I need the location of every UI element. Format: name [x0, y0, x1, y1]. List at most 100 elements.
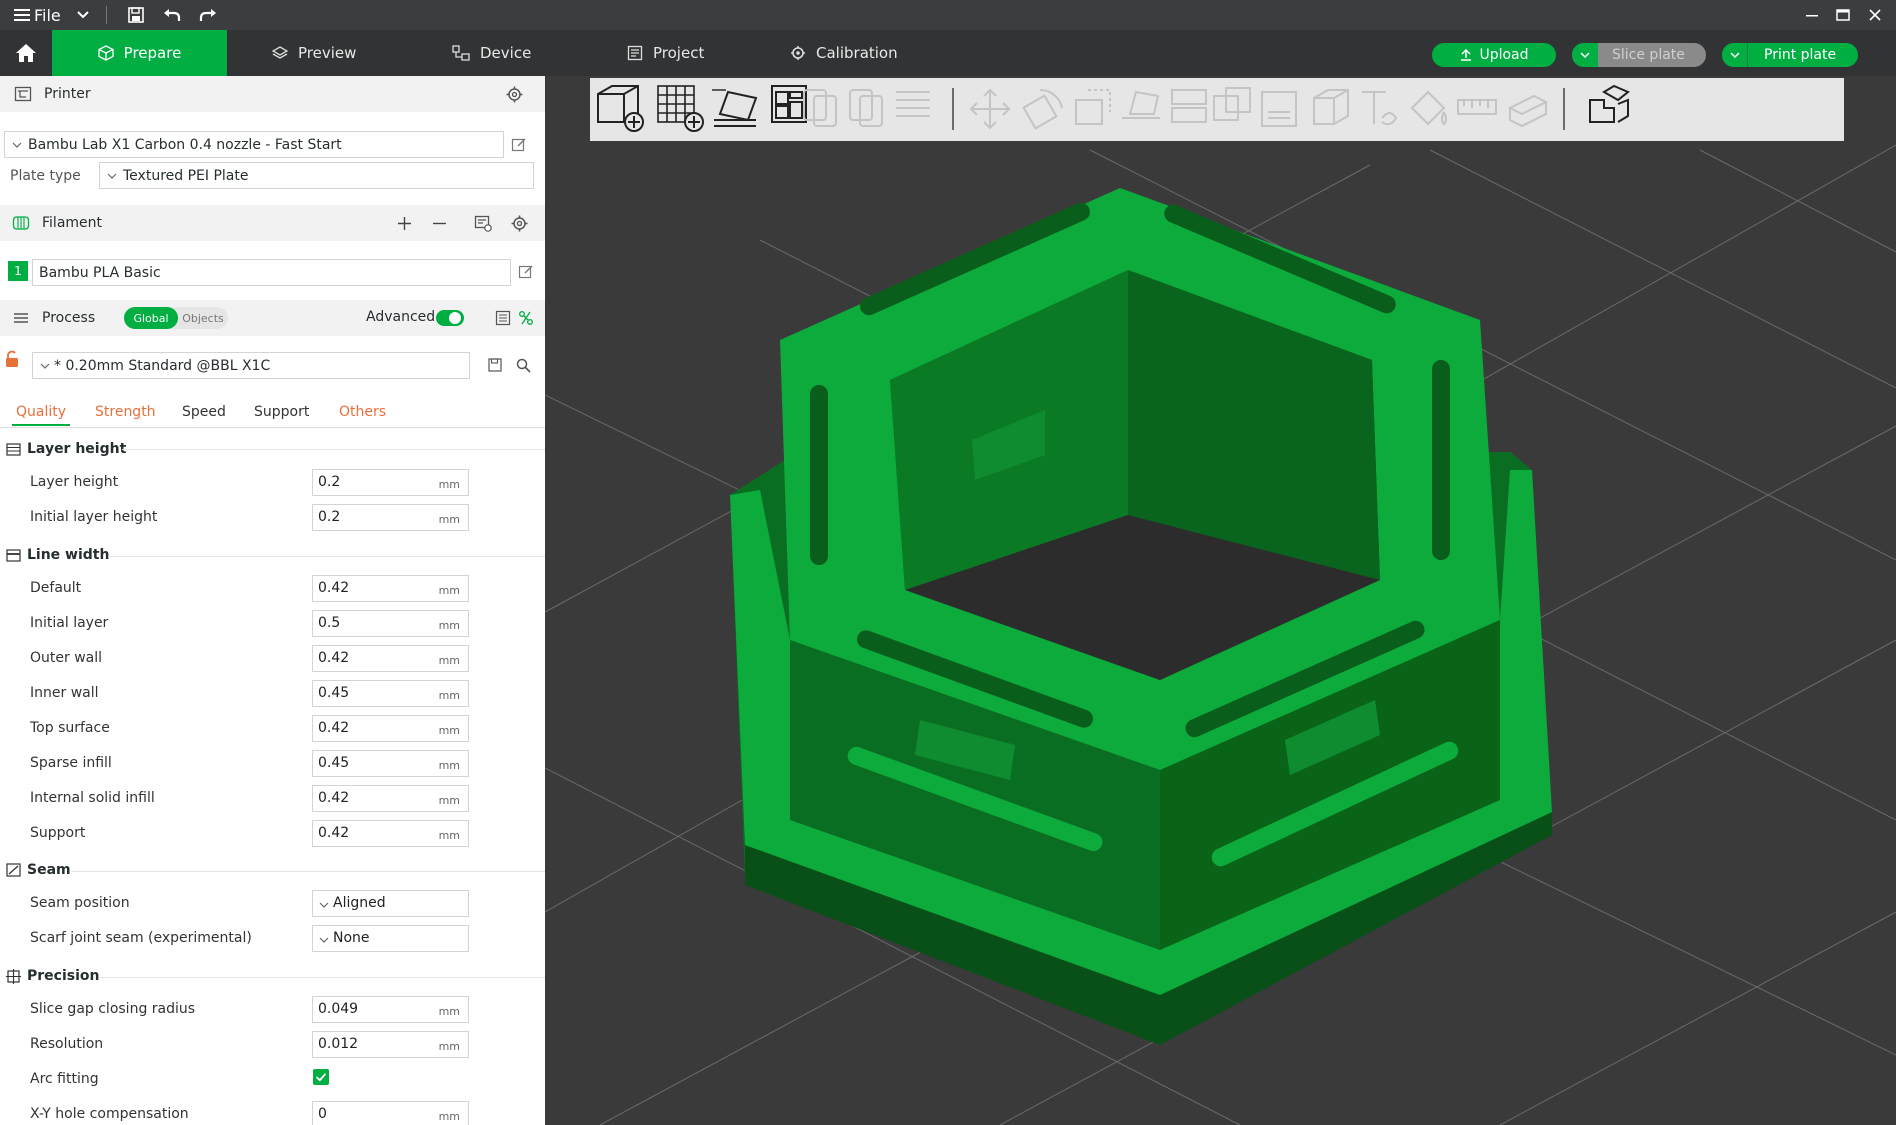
subtab-support[interactable]: Support	[254, 404, 309, 420]
scale-icon[interactable]	[1075, 89, 1111, 125]
arc-fitting-checkbox[interactable]	[313, 1069, 329, 1085]
split-parts-icon[interactable]	[849, 89, 883, 127]
boolean-icon[interactable]	[1213, 87, 1251, 121]
advanced-switch[interactable]	[436, 310, 464, 326]
resolution-input[interactable]: 0.012 mm	[312, 1031, 469, 1058]
support-paint-icon[interactable]	[1261, 91, 1297, 127]
layers-editing-icon[interactable]	[896, 91, 930, 117]
scarf-joint-seam-select[interactable]: None	[312, 925, 469, 952]
3d-viewport[interactable]	[545, 76, 1896, 1125]
plus-icon[interactable]	[398, 217, 411, 230]
tab-project[interactable]: Project	[627, 30, 704, 76]
line-width-inner-wall-input[interactable]: 0.45 mm	[312, 680, 469, 707]
maximize-icon[interactable]	[1836, 0, 1850, 30]
line-width-icon	[6, 548, 21, 562]
subtab-strength[interactable]: Strength	[95, 404, 156, 420]
hamburger-icon[interactable]	[14, 0, 30, 30]
initial-layer-height-input[interactable]: 0.2 mm	[312, 504, 469, 531]
search-icon[interactable]	[516, 358, 531, 373]
subtab-others[interactable]: Others	[339, 404, 386, 420]
home-button[interactable]	[0, 30, 52, 76]
auto-orient-icon[interactable]	[712, 89, 758, 127]
line-width-inner-wall-value: 0.45	[318, 685, 350, 701]
group-layer-height-title: Layer height	[27, 441, 127, 457]
text-icon[interactable]	[1362, 91, 1398, 126]
split-objects-icon[interactable]	[803, 89, 837, 127]
color-paint-icon[interactable]	[1410, 90, 1447, 126]
print-plate-button[interactable]: Print plate	[1722, 43, 1858, 67]
edit-icon[interactable]	[511, 137, 527, 153]
add-plate-icon[interactable]	[657, 85, 704, 132]
process-preset-select[interactable]: * 0.20mm Standard @BBL X1C	[32, 352, 470, 379]
line-width-internal-solid-infill-value: 0.42	[318, 790, 350, 806]
layer-height-input[interactable]: 0.2 mm	[312, 469, 469, 496]
gear-icon[interactable]	[511, 215, 528, 232]
subtab-quality[interactable]: Quality	[16, 404, 66, 420]
chevron-down-icon	[12, 142, 22, 148]
line-width-default-input[interactable]: 0.42 mm	[312, 575, 469, 602]
slice-dropdown[interactable]	[1572, 43, 1598, 67]
unlock-icon[interactable]	[5, 350, 19, 368]
undo-icon[interactable]	[163, 0, 181, 30]
tab-prepare[interactable]: Prepare	[52, 30, 227, 76]
list-icon[interactable]	[495, 310, 511, 326]
rotate-icon[interactable]	[1022, 88, 1063, 130]
add-object-icon[interactable]	[597, 85, 644, 132]
line-width-sparse-infill-input[interactable]: 0.45 mm	[312, 750, 469, 777]
arrange-icon[interactable]	[771, 85, 807, 123]
lay-on-face-icon[interactable]	[1122, 90, 1160, 119]
xy-hole-compensation-input[interactable]: 0 mm	[312, 1101, 469, 1125]
redo-icon[interactable]	[199, 0, 217, 30]
hex-model[interactable]	[730, 188, 1552, 1045]
move-icon[interactable]	[969, 88, 1011, 130]
tab-device[interactable]: Device	[452, 30, 531, 76]
minus-icon[interactable]	[433, 217, 446, 230]
advanced-label: Advanced	[366, 309, 436, 325]
line-width-internal-solid-infill-input[interactable]: 0.42 mm	[312, 785, 469, 812]
line-width-outer-wall-label: Outer wall	[30, 650, 103, 666]
save-icon[interactable]	[128, 0, 144, 30]
printer-preset-select[interactable]: Bambu Lab X1 Carbon 0.4 nozzle - Fast St…	[4, 131, 504, 158]
edit-icon[interactable]	[518, 264, 534, 280]
print-dropdown[interactable]	[1722, 43, 1748, 67]
seam-position-select[interactable]: Aligned	[312, 890, 469, 917]
line-width-support-input[interactable]: 0.42 mm	[312, 820, 469, 847]
filament-slot-badge[interactable]: 1	[8, 261, 28, 281]
close-icon[interactable]	[1869, 0, 1881, 30]
global-objects-toggle[interactable]: Global Objects	[124, 307, 228, 329]
group-seam: Seam	[6, 862, 71, 878]
upload-button[interactable]: Upload	[1432, 43, 1556, 67]
seam-paint-icon[interactable]	[1313, 89, 1349, 125]
minimize-icon[interactable]	[1806, 0, 1818, 30]
assembly-icon[interactable]	[1507, 94, 1549, 128]
project-icon	[627, 45, 643, 61]
measure-icon[interactable]	[1457, 99, 1497, 115]
plate-type-select[interactable]: Textured PEI Plate	[99, 162, 534, 189]
chevron-down-icon	[1580, 52, 1590, 59]
toggle-objects[interactable]: Objects	[178, 307, 228, 329]
chevron-down-icon	[1729, 52, 1740, 59]
line-width-top-surface-input[interactable]: 0.42 mm	[312, 715, 469, 742]
tab-calibration[interactable]: Calibration	[790, 30, 898, 76]
slice-gap-closing-radius-input[interactable]: 0.049 mm	[312, 996, 469, 1023]
chevron-down-icon[interactable]	[76, 0, 90, 30]
toggle-global[interactable]: Global	[124, 307, 178, 329]
explode-icon[interactable]	[1589, 84, 1630, 123]
3d-toolbar	[590, 78, 1844, 141]
arc-fitting-label: Arc fitting	[30, 1071, 99, 1087]
slice-plate-button[interactable]: Slice plate	[1572, 43, 1706, 67]
line-width-initial-layer-input[interactable]: 0.5 mm	[312, 610, 469, 637]
settings-panel: Printer Bambu Lab X1 Carbon 0.4 nozzle -…	[0, 76, 545, 1125]
save-icon[interactable]	[488, 358, 502, 372]
filament-select[interactable]: Bambu PLA Basic	[32, 259, 511, 286]
compare-icon[interactable]	[518, 310, 534, 326]
cut-icon[interactable]	[1171, 89, 1207, 123]
file-menu[interactable]: File	[34, 0, 61, 30]
line-width-sparse-infill-label: Sparse infill	[30, 755, 112, 771]
subtab-speed[interactable]: Speed	[182, 404, 226, 420]
gear-icon[interactable]	[506, 86, 523, 103]
line-width-outer-wall-input[interactable]: 0.42 mm	[312, 645, 469, 672]
tab-preview[interactable]: Preview	[272, 30, 356, 76]
filament-sync-icon[interactable]	[474, 214, 492, 232]
chevron-down-icon	[40, 363, 50, 369]
